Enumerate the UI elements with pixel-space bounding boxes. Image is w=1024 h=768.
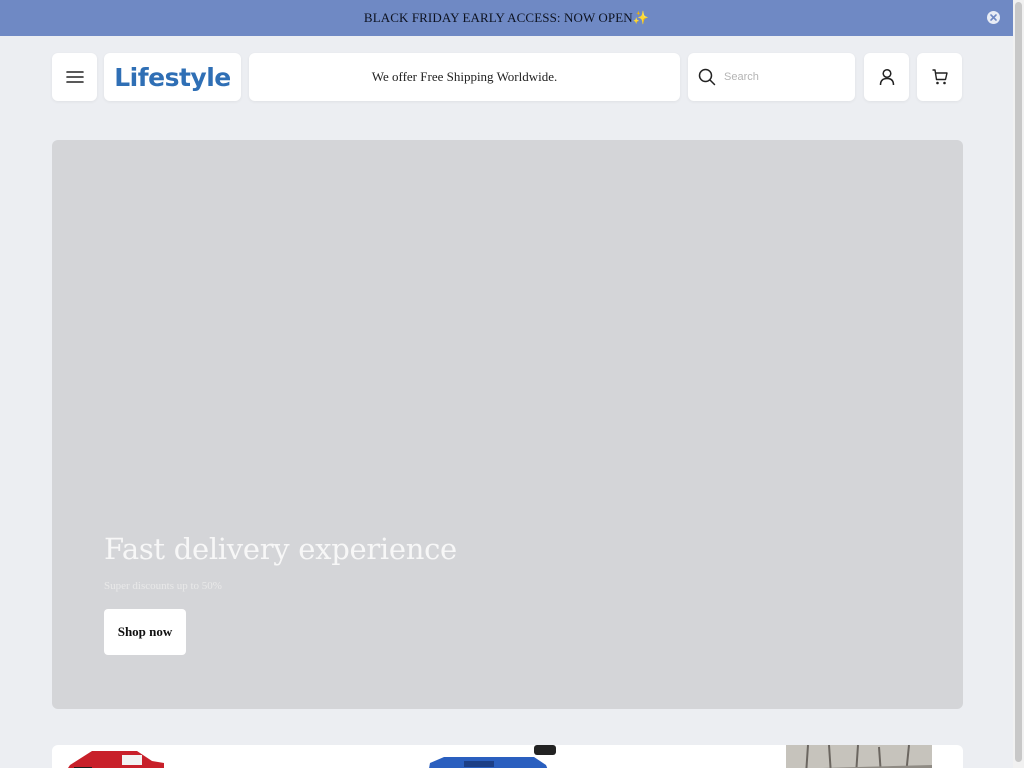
user-icon xyxy=(879,68,894,86)
search-icon[interactable] xyxy=(698,68,716,86)
shipping-text: We offer Free Shipping Worldwide. xyxy=(371,69,558,84)
menu-button[interactable] xyxy=(52,53,97,101)
product-photo[interactable] xyxy=(786,745,932,768)
shipping-banner: We offer Free Shipping Worldwide. xyxy=(249,53,680,101)
tree-photo xyxy=(786,745,932,768)
logo-link[interactable]: Lifestyle xyxy=(104,53,241,101)
account-button[interactable] xyxy=(864,53,909,101)
product-blue[interactable] xyxy=(424,745,564,768)
close-glyph xyxy=(990,14,997,21)
close-icon[interactable] xyxy=(987,11,1000,24)
page-scrollbar[interactable] xyxy=(1013,0,1024,768)
hero-subtitle: Super discounts up to 50% xyxy=(104,580,222,592)
shop-now-button[interactable]: Shop now xyxy=(104,609,186,655)
announcement-bar: BLACK FRIDAY EARLY ACCESS: NOW OPEN✨ xyxy=(0,0,1013,36)
hamburger-menu-icon xyxy=(65,71,84,83)
cart-button[interactable] xyxy=(917,53,962,101)
announcement-text: BLACK FRIDAY EARLY ACCESS: NOW OPEN✨ xyxy=(363,10,650,25)
logo: Lifestyle xyxy=(114,62,231,92)
product-red[interactable] xyxy=(62,747,167,768)
hero-title: Fast delivery experience xyxy=(104,532,457,566)
product-strip xyxy=(52,745,963,768)
scrollbar-thumb[interactable] xyxy=(1015,2,1022,762)
search-input[interactable] xyxy=(724,71,844,83)
cart-icon xyxy=(932,69,948,85)
hero-banner: Fast delivery experience Super discounts… xyxy=(52,140,963,709)
search-box[interactable] xyxy=(688,53,855,101)
